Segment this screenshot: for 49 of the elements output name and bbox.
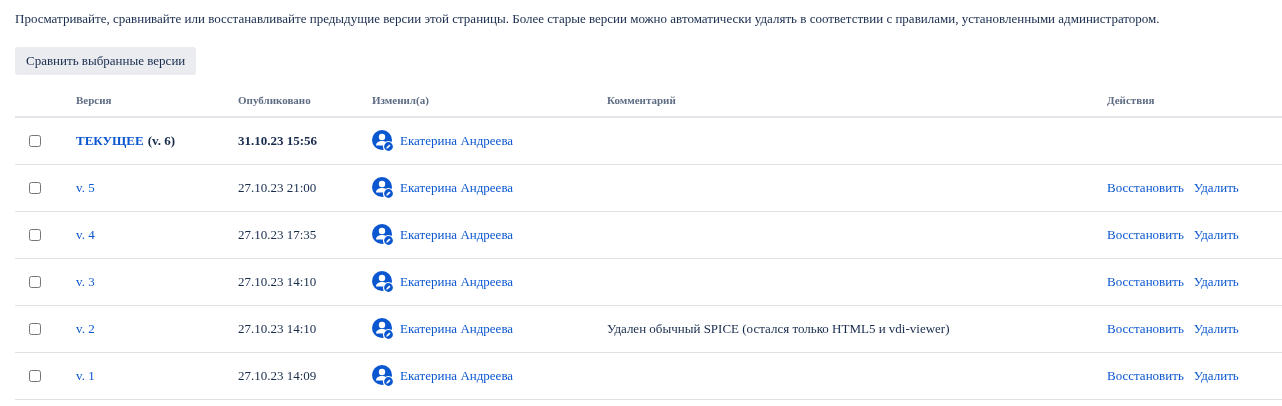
delete-link[interactable]: Удалить bbox=[1193, 365, 1239, 386]
user-avatar-icon bbox=[372, 270, 394, 293]
delete-link[interactable]: Удалить bbox=[1193, 224, 1239, 245]
column-header: Изменил(а) bbox=[372, 92, 429, 108]
column-header: Комментарий bbox=[607, 92, 676, 108]
column-header: Версия bbox=[76, 92, 112, 108]
user-avatar-icon bbox=[372, 223, 394, 246]
row-checkbox[interactable] bbox=[29, 134, 41, 147]
author-link[interactable]: Екатерина Андреева bbox=[400, 224, 514, 245]
row-checkbox[interactable] bbox=[29, 322, 41, 335]
author-link[interactable]: Екатерина Андреева bbox=[400, 318, 514, 339]
version-link[interactable]: ТЕКУЩЕЕ bbox=[76, 130, 144, 151]
version-number: (v. 6) bbox=[147, 131, 176, 150]
version-link[interactable]: v. 2 bbox=[76, 318, 95, 339]
user-avatar-icon bbox=[372, 176, 394, 199]
delete-link[interactable]: Удалить bbox=[1193, 177, 1239, 198]
restore-link[interactable]: Восстановить bbox=[1107, 177, 1184, 198]
user-avatar-icon bbox=[372, 129, 394, 152]
delete-link[interactable]: Удалить bbox=[1193, 271, 1239, 292]
version-link[interactable]: v. 3 bbox=[76, 271, 95, 292]
restore-link[interactable]: Восстановить bbox=[1107, 318, 1184, 339]
published-date: 27.10.23 14:10 bbox=[238, 319, 318, 338]
column-header: Опубликовано bbox=[238, 92, 311, 108]
published-date: 27.10.23 21:00 bbox=[238, 178, 318, 197]
author-link[interactable]: Екатерина Андреева bbox=[400, 130, 514, 151]
restore-link[interactable]: Восстановить bbox=[1107, 224, 1184, 245]
row-checkbox[interactable] bbox=[29, 228, 41, 241]
restore-link[interactable]: Восстановить bbox=[1107, 271, 1184, 292]
column-header: Действия bbox=[1107, 92, 1155, 108]
delete-link[interactable]: Удалить bbox=[1193, 318, 1239, 339]
published-date: 27.10.23 14:09 bbox=[238, 366, 318, 385]
published-date: 27.10.23 17:35 bbox=[238, 225, 318, 244]
version-link[interactable]: v. 1 bbox=[76, 365, 95, 386]
row-checkbox[interactable] bbox=[29, 181, 41, 194]
version-link[interactable]: v. 5 bbox=[76, 177, 95, 198]
restore-link[interactable]: Восстановить bbox=[1107, 365, 1184, 386]
published-date: 31.10.23 15:56 bbox=[238, 131, 319, 150]
user-avatar-icon bbox=[372, 317, 394, 340]
row-checkbox[interactable] bbox=[29, 369, 41, 382]
description-text: Просматривайте, сравнивайте или восстанавливайте предыдущие версии этой страницы. Более старые версии можно автоматически удалять в соответствии с правилами, установленными администратором. bbox=[14, 10, 1161, 28]
published-date: 27.10.23 14:10 bbox=[238, 272, 318, 291]
row-checkbox[interactable] bbox=[29, 275, 41, 288]
author-link[interactable]: Екатерина Андреева bbox=[400, 271, 514, 292]
version-link[interactable]: v. 4 bbox=[76, 224, 95, 245]
compare-versions-button[interactable]: Сравнить выбранные версии bbox=[15, 46, 197, 75]
comment-text: Удален обычный SPICE (остался только HTML5 и vdi-viewer) bbox=[607, 320, 950, 336]
user-avatar-icon bbox=[372, 364, 394, 387]
author-link[interactable]: Екатерина Андреева bbox=[400, 365, 514, 386]
author-link[interactable]: Екатерина Андреева bbox=[400, 177, 514, 198]
